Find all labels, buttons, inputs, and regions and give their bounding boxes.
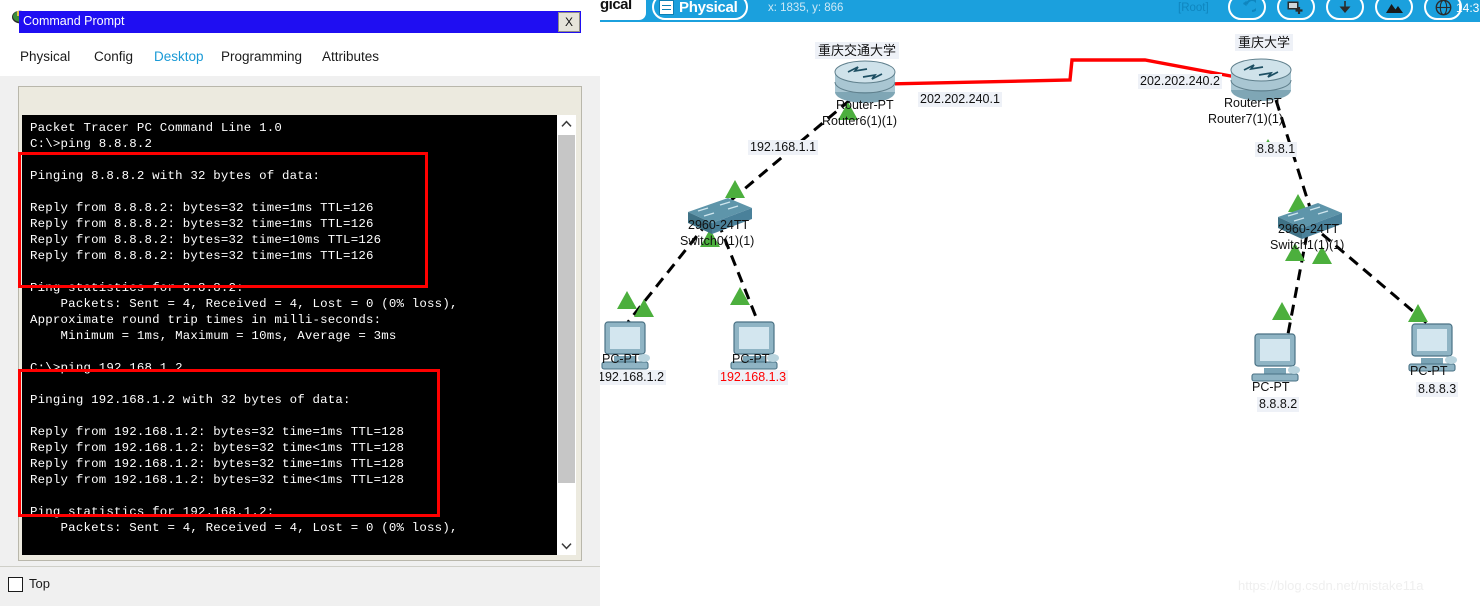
scrollbar-thumb[interactable]	[558, 135, 575, 483]
tab-logical[interactable]: gical	[600, 0, 646, 20]
tab-physical[interactable]: Physical	[14, 40, 76, 76]
simulation-clock: 14:3	[1456, 1, 1480, 15]
command-prompt-title: Command Prompt	[23, 14, 125, 28]
router7-model-label: Router-PT	[1224, 96, 1282, 110]
undo-icon[interactable]	[1228, 0, 1266, 20]
watermark: https://blog.csdn.net/mistake11a	[1238, 578, 1424, 593]
tab-programming[interactable]: Programming	[215, 40, 308, 76]
link-status-sw0-up	[725, 180, 745, 198]
console-text: Packet Tracer PC Command Line 1.0 C:\>pi…	[30, 121, 458, 535]
router6-model-label: Router-PT	[836, 98, 894, 112]
top-checkbox-label: Top	[29, 576, 50, 591]
window-bottom-bar: Top	[0, 566, 600, 606]
link-label-192-168-1-1: 192.168.1.1	[748, 140, 819, 155]
topology-links	[601, 58, 1457, 382]
site-label-chongqing-university: 重庆大学	[1235, 34, 1294, 51]
pc2-ip-label: 192.168.1.3	[718, 370, 789, 385]
link-label-202-202-240-2: 202.202.240.2	[1138, 74, 1222, 89]
grid-icon	[659, 0, 674, 15]
pc3-ip-label: 8.8.8.2	[1257, 397, 1300, 412]
pc3-icon	[1251, 333, 1300, 382]
router7-instance-label: Router7(1)(1)	[1208, 112, 1284, 126]
top-checkbox[interactable]	[8, 577, 23, 592]
link-status-pc3-up	[1272, 302, 1292, 320]
link-status-sw0-pc1	[634, 299, 654, 317]
add-note-icon[interactable]	[1277, 0, 1315, 20]
pc-properties-window: PC1(2)(1) Physical Config Desktop Progra…	[0, 0, 600, 606]
switch0-instance-label: Switch0(1)(1)	[680, 234, 755, 248]
drop-pin-icon[interactable]	[1326, 0, 1364, 20]
root-breadcrumb: [Root]	[1178, 2, 1209, 14]
tab-desktop[interactable]: Desktop	[148, 40, 210, 79]
tab-physical-label: Physical	[679, 0, 738, 16]
command-prompt-close-button[interactable]: X	[558, 12, 580, 32]
link-label-8-8-8-1: 8.8.8.1	[1255, 142, 1298, 157]
console-output-area[interactable]: Packet Tracer PC Command Line 1.0 C:\>pi…	[22, 115, 556, 555]
site-label-chongqing-jiaotong: 重庆交通大学	[815, 42, 900, 59]
link-status-pc4-up	[1408, 304, 1428, 322]
tab-attributes[interactable]: Attributes	[316, 40, 385, 76]
tab-strip: Physical Config Desktop Programming Attr…	[0, 40, 600, 79]
console-scrollbar[interactable]	[556, 115, 576, 555]
pc4-ip-label: 8.8.8.3	[1416, 382, 1459, 397]
switch0-model-label: 2960-24TT	[688, 218, 750, 232]
logical-topology-canvas[interactable]: 重庆交通大学 重庆大学 Router-PT Router6(1)(1) Rout…	[600, 22, 1480, 605]
pc1-model-label: PC-PT	[602, 352, 640, 366]
scroll-up-arrow-icon[interactable]	[557, 115, 576, 133]
tab-logical-label: gical	[600, 0, 632, 13]
link-status-pc1-up	[617, 291, 637, 309]
router7-icon	[1230, 58, 1292, 101]
workspace-toolbar: gical Physical x: 1835, y: 866 [Root] 14…	[600, 0, 1480, 22]
cursor-coordinates: x: 1835, y: 866	[768, 2, 844, 14]
packet-tracer-workspace: gical Physical x: 1835, y: 866 [Root] 14…	[600, 0, 1480, 605]
switch1-model-label: 2960-24TT	[1278, 222, 1340, 236]
pc4-model-label: PC-PT	[1410, 364, 1448, 378]
tab-physical-workspace[interactable]: Physical	[652, 0, 749, 20]
mountain-layer-icon[interactable]	[1375, 0, 1413, 20]
router6-instance-label: Router6(1)(1)	[822, 114, 898, 128]
pc3-model-label: PC-PT	[1252, 380, 1290, 394]
link-label-202-202-240-1: 202.202.240.1	[918, 92, 1002, 107]
router6-icon	[834, 60, 896, 103]
tab-config[interactable]: Config	[88, 40, 139, 76]
pc2-model-label: PC-PT	[732, 352, 770, 366]
pc1-ip-label: 192.168.1.2	[600, 370, 667, 385]
switch1-instance-label: Switch1(1)(1)	[1270, 238, 1345, 252]
command-prompt-titlebar: Command Prompt X	[19, 11, 581, 33]
scroll-down-arrow-icon[interactable]	[557, 537, 576, 555]
